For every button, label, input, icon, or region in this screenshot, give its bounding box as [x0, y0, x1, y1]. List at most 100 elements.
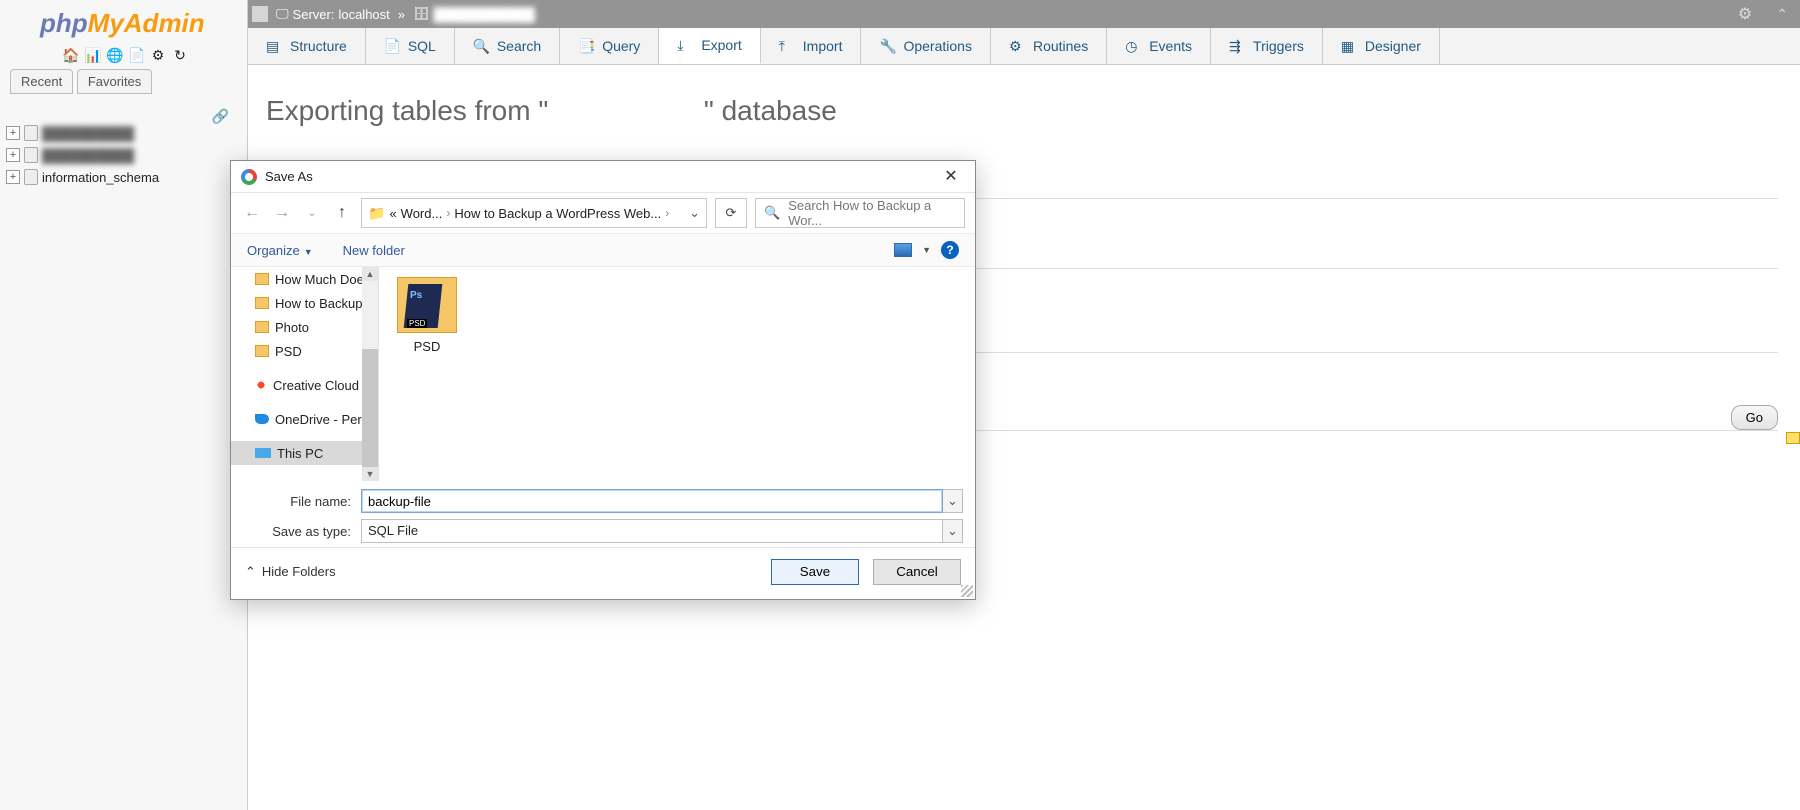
tab-label: Designer — [1365, 38, 1421, 54]
tree-row[interactable]: +information_schema — [6, 166, 247, 188]
tree-label-blurred: ██████████ — [42, 148, 134, 163]
address-dropdown-icon[interactable]: ⌄ — [689, 205, 700, 221]
server-label: Server: — [293, 7, 335, 22]
tree-item-label: OneDrive - Perso — [275, 412, 375, 427]
file-name-label: File name: — [243, 494, 361, 509]
resize-grip-icon[interactable] — [961, 585, 973, 597]
tree-row[interactable]: + ██████████ — [6, 144, 247, 166]
recent-locations-button[interactable]: ⌄ — [301, 208, 323, 219]
home-icon[interactable]: 🏠 — [62, 47, 78, 63]
tab-label: Routines — [1033, 38, 1088, 54]
logout-icon[interactable]: 📊 — [84, 47, 100, 63]
query-icon: 📑 — [578, 38, 594, 54]
link-icon[interactable]: 🔗 — [212, 108, 229, 125]
forward-button[interactable]: → — [271, 204, 293, 222]
file-name-input[interactable] — [361, 489, 943, 513]
pma-sidebar: phpMyAdmin 🏠 📊 🌐 📄 ⚙ ↻ Recent Favorites … — [0, 0, 248, 810]
breadcrumb-database[interactable]: 🗄 ███████████ — [413, 6, 535, 22]
chevron-right-icon[interactable]: › — [665, 206, 669, 220]
dialog-titlebar: Save As ✕ — [231, 161, 975, 193]
up-button[interactable]: ↑ — [331, 204, 353, 222]
tree-item[interactable]: PSD — [231, 339, 378, 363]
view-mode-button[interactable] — [894, 243, 912, 257]
database-icon — [24, 147, 38, 163]
breadcrumb-server[interactable]: 🖵 Server: localhost — [276, 6, 390, 22]
reload-icon[interactable]: ↻ — [172, 47, 188, 63]
tree-row[interactable]: +██████████ — [6, 122, 247, 144]
tree-item-onedrive[interactable]: OneDrive - Perso — [231, 407, 378, 431]
tab-structure[interactable]: ▤ Structure — [248, 28, 366, 64]
panel-handle-icon[interactable] — [252, 6, 268, 22]
folder-tile[interactable]: PsPSD PSD — [391, 277, 463, 354]
tree-item[interactable]: How Much Doe — [231, 267, 378, 291]
bookmark-tag-icon[interactable] — [1786, 432, 1800, 444]
organize-menu[interactable]: Organize▼ — [247, 243, 313, 258]
search-icon: 🔍 — [764, 205, 780, 221]
address-bar[interactable]: 📁 « Word... › How to Backup a WordPress … — [361, 198, 707, 228]
chrome-icon — [241, 169, 257, 185]
tree-item[interactable]: How to Backup — [231, 291, 378, 315]
tab-routines[interactable]: ⚙Routines — [991, 28, 1107, 64]
folder-icon — [255, 297, 269, 309]
tree-scroll-thumb[interactable] — [362, 349, 378, 469]
save-type-dropdown[interactable]: ⌄ — [943, 519, 963, 543]
folder-contents[interactable]: PsPSD PSD — [379, 267, 975, 481]
creative-cloud-icon — [255, 379, 267, 391]
tile-label: PSD — [391, 339, 463, 354]
chevron-right-icon[interactable]: › — [446, 206, 450, 220]
file-name-dropdown[interactable]: ⌄ — [943, 489, 963, 513]
tab-designer[interactable]: ▦Designer — [1323, 28, 1440, 64]
tab-label: Structure — [290, 38, 347, 54]
docs-icon[interactable]: 🌐 — [106, 47, 122, 63]
page-settings-icon[interactable]: ⚙ — [1738, 4, 1752, 24]
database-value-blurred: ███████████ — [434, 7, 535, 22]
close-button[interactable]: ✕ — [937, 163, 965, 191]
save-button[interactable]: Save — [771, 559, 859, 585]
dialog-title: Save As — [265, 169, 313, 184]
tree-item[interactable]: Photo — [231, 315, 378, 339]
page-title: Exporting tables from " " database — [266, 95, 1800, 127]
settings-icon[interactable]: ⚙ — [150, 47, 166, 63]
collapse-icon[interactable]: ⌃ — [1776, 6, 1788, 23]
recent-tab[interactable]: Recent — [10, 69, 73, 94]
chevron-down-icon[interactable]: ▼ — [922, 245, 931, 255]
expand-icon[interactable]: + — [6, 148, 20, 162]
favorites-tab[interactable]: Favorites — [77, 69, 152, 94]
help-button[interactable]: ? — [941, 241, 959, 259]
sql-icon[interactable]: 📄 — [128, 47, 144, 63]
dialog-nav-row: ← → ⌄ ↑ 📁 « Word... › How to Backup a Wo… — [231, 193, 975, 233]
tree-item-creative-cloud[interactable]: Creative Cloud F — [231, 373, 378, 397]
tab-label: Triggers — [1253, 38, 1304, 54]
tab-search[interactable]: 🔍Search — [455, 28, 560, 64]
tab-events[interactable]: ◷Events — [1107, 28, 1211, 64]
scroll-down-icon[interactable]: ▼ — [362, 467, 378, 481]
scroll-up-icon[interactable]: ▲ — [362, 267, 378, 281]
tab-triggers[interactable]: ⇶Triggers — [1211, 28, 1323, 64]
tree-item-this-pc[interactable]: This PC — [231, 441, 378, 465]
tab-sql[interactable]: 📄SQL — [366, 28, 455, 64]
refresh-button[interactable]: ⟳ — [715, 198, 747, 228]
tab-label: Search — [497, 38, 541, 54]
operations-icon: 🔧 — [879, 38, 895, 54]
new-folder-button[interactable]: New folder — [343, 243, 405, 258]
tab-export[interactable]: ⤓Export — [659, 28, 760, 64]
tab-operations[interactable]: 🔧Operations — [861, 28, 990, 64]
back-button[interactable]: ← — [241, 204, 263, 222]
database-icon — [24, 169, 38, 185]
expand-icon[interactable]: + — [6, 170, 20, 184]
tree-item-label: PSD — [275, 344, 302, 359]
crumb-seg[interactable]: How to Backup a WordPress Web... — [454, 206, 661, 221]
cancel-button[interactable]: Cancel — [873, 559, 961, 585]
expand-icon[interactable]: + — [6, 126, 20, 140]
tab-query[interactable]: 📑Query — [560, 28, 659, 64]
search-input[interactable]: 🔍 Search How to Backup a Wor... — [755, 198, 965, 228]
hide-folders-toggle[interactable]: ⌃ Hide Folders — [245, 564, 336, 580]
save-type-select[interactable]: SQL File — [361, 519, 943, 543]
hide-folders-label: Hide Folders — [262, 564, 336, 579]
structure-icon: ▤ — [266, 38, 282, 54]
crumb-seg[interactable]: Word... — [401, 206, 443, 221]
tab-import[interactable]: ⤒Import — [761, 28, 862, 64]
go-button[interactable]: Go — [1731, 405, 1778, 430]
events-icon: ◷ — [1125, 38, 1141, 54]
tree-item-label: This PC — [277, 446, 323, 461]
